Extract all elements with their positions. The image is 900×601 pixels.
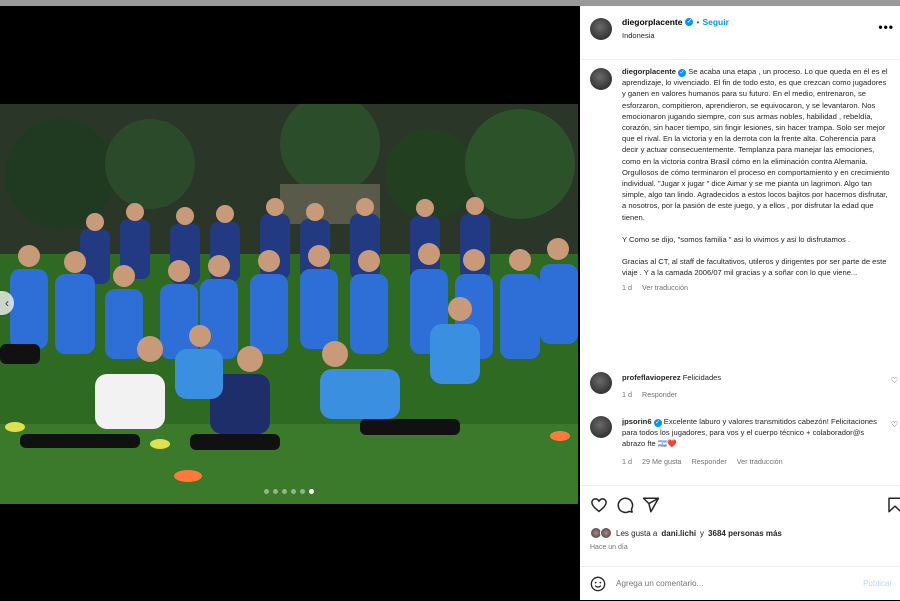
carousel-dot <box>291 489 296 494</box>
caption-body: diegorplacente ✓ Se acaba una etapa , un… <box>622 66 890 294</box>
comment-reply-link[interactable]: Responder <box>692 456 727 467</box>
comment-text: Felicidades <box>682 373 722 382</box>
caption-author-avatar[interactable] <box>590 68 612 90</box>
comment-author[interactable]: jpsorin6 <box>622 417 652 426</box>
comment-body: jpsorin6 ✓ Excelente laburo y valores tr… <box>622 416 884 467</box>
post-actions: Les gusta a dani.lichi y 3684 personas m… <box>580 485 900 600</box>
caption-paragraph-2: Y Como se dijo, "somos familia " asi lo … <box>622 234 851 244</box>
caption-paragraph-1: Se acaba una etapa , un proceso. Lo que … <box>622 67 890 222</box>
caption-author[interactable]: diegorplacente <box>622 67 676 76</box>
caption-paragraph-3: Gracias al CT, al staff de facultativos,… <box>622 257 887 278</box>
save-icon[interactable] <box>886 496 900 514</box>
comment-like-icon[interactable]: ♡ <box>891 376 898 385</box>
comment-time: 1 d <box>622 456 632 466</box>
heart-icon[interactable] <box>590 496 608 514</box>
more-icon[interactable]: ••• <box>878 20 894 34</box>
carousel-dot <box>264 489 269 494</box>
comments-scroll-area[interactable]: diegorplacente ✓ Se acaba una etapa , un… <box>580 60 900 485</box>
team-photo-illustration <box>0 104 578 504</box>
post-header: diegorplacente ✓ • Seguir Indonesia ••• <box>580 6 900 60</box>
carousel-dot <box>273 489 278 494</box>
likes-prefix: Les gusta a <box>616 528 658 538</box>
comment-translate-link[interactable]: Ver traducción <box>737 456 783 467</box>
follow-button[interactable]: Seguir <box>702 17 728 27</box>
media-stage: ‹ <box>0 6 580 600</box>
author-avatar[interactable] <box>590 18 612 40</box>
comment-author-avatar[interactable] <box>590 416 612 438</box>
carousel-dot <box>300 489 305 494</box>
comment-author-avatar[interactable] <box>590 372 612 394</box>
comment-time: 1 d <box>622 390 632 400</box>
verified-icon: ✓ <box>653 419 662 427</box>
verified-icon: ✓ <box>678 69 687 77</box>
caption-time: 1 d <box>622 283 632 293</box>
carousel-dot <box>309 489 314 494</box>
author-line: diegorplacente ✓ • Seguir <box>622 17 729 27</box>
comment-like-icon[interactable]: ♡ <box>891 420 898 429</box>
publish-comment-button[interactable]: Publicar <box>863 579 892 588</box>
caption-meta: 1 d Ver traducción <box>622 282 890 293</box>
share-icon[interactable] <box>642 496 660 514</box>
comment-reply-link[interactable]: Responder <box>642 389 677 400</box>
author-username[interactable]: diegorplacente <box>622 17 682 27</box>
comment-likes[interactable]: 29 Me gusta <box>642 456 682 467</box>
emoji-icon[interactable] <box>590 576 606 592</box>
separator-dot: • <box>696 17 700 27</box>
verified-icon: ✓ <box>685 18 694 26</box>
add-comment-bar: Publicar <box>580 566 900 601</box>
comment-author[interactable]: profeflavioperez <box>622 373 681 382</box>
caption-translate-link[interactable]: Ver traducción <box>642 282 688 293</box>
likes-summary[interactable]: Les gusta a dani.lichi y 3684 personas m… <box>590 527 782 539</box>
comment-meta: 1 d 29 Me gusta Responder Ver traducción <box>622 456 884 467</box>
post-photo[interactable] <box>0 104 578 504</box>
carousel-dots <box>0 489 578 494</box>
comment-icon[interactable] <box>616 496 634 514</box>
comment-meta: 1 d Responder <box>622 389 884 400</box>
post-details-panel: diegorplacente ✓ • Seguir Indonesia ••• … <box>580 6 900 600</box>
likes-others[interactable]: 3684 personas más <box>708 529 782 538</box>
comment-body: profeflavioperez Felicidades 1 d Respond… <box>622 372 884 400</box>
liker-avatar <box>600 527 612 539</box>
likes-conjunction: y <box>700 528 705 538</box>
post-time: Hace un día <box>590 544 628 551</box>
add-comment-input[interactable] <box>616 579 836 588</box>
likes-first-user[interactable]: dani.lichi <box>661 529 696 538</box>
post-location[interactable]: Indonesia <box>622 31 655 40</box>
carousel-dot <box>282 489 287 494</box>
